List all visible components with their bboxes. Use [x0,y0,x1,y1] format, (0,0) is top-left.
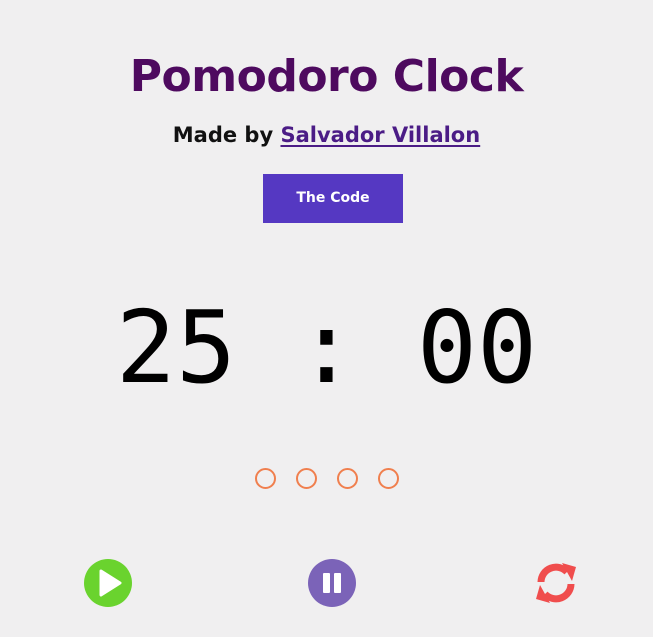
play-icon [84,559,132,607]
author-link[interactable]: Salvador Villalon [280,123,480,147]
refresh-icon [536,563,576,603]
author-credit: Made by Salvador Villalon [0,120,653,150]
reset-button[interactable] [531,558,581,608]
session-dot [377,468,399,489]
credit-prefix: Made by [172,123,274,147]
timer-display: 25 : 00 [0,290,653,406]
session-dot [336,468,358,489]
timer-separator: : [296,289,357,406]
pause-button[interactable] [307,558,357,608]
play-button[interactable] [83,558,133,608]
page-title: Pomodoro Clock [129,51,524,103]
timer-minutes: 25 [115,289,237,406]
the-code-button[interactable]: The Code [263,174,403,223]
pause-icon [308,559,356,607]
session-indicators [0,468,653,496]
timer-seconds: 00 [416,289,538,406]
session-dot [254,468,276,489]
session-dot [295,468,317,489]
